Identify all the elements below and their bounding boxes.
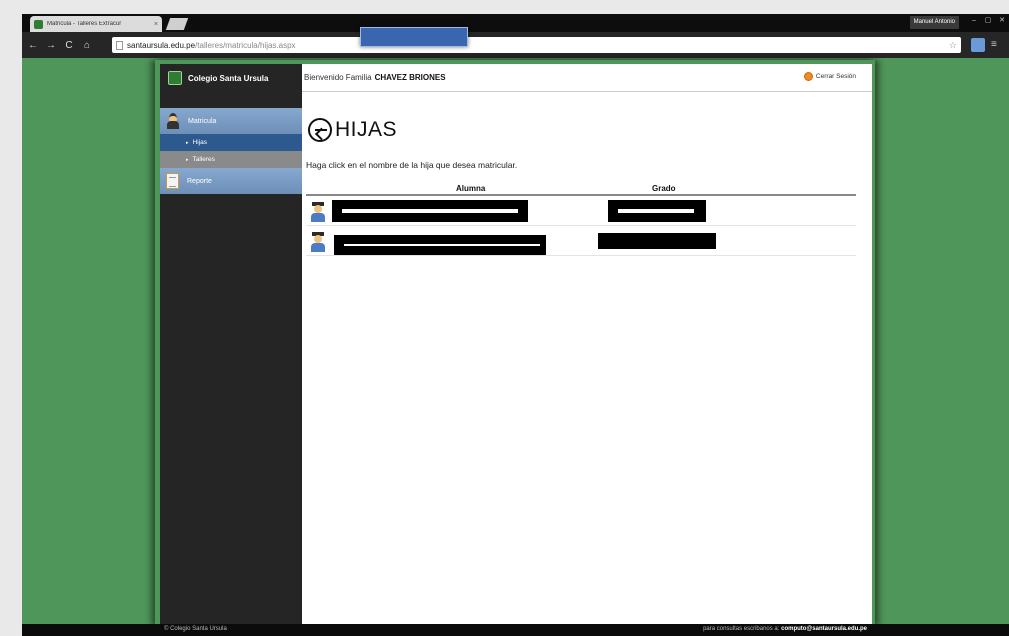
sidebar-item-matricula[interactable]: Matricula <box>160 108 302 134</box>
student-grade-redacted <box>598 233 716 249</box>
page-heading: HIJAS <box>308 118 397 142</box>
welcome-bar: Bienvenido Familia CHAVEZ BRIONES Cerrar… <box>302 64 872 92</box>
page-title: HIJAS <box>335 118 398 141</box>
footer-contact-email[interactable]: computo@santaursula.edu.pe <box>781 626 867 632</box>
student-name-link-redacted[interactable] <box>334 235 546 255</box>
back-circle-icon[interactable] <box>308 118 332 142</box>
window-controls: – ▢ ✕ <box>967 14 1009 28</box>
browser-toolbar: ← → C ⌂ santaursula.edu.pe /talleres/mat… <box>22 32 1009 58</box>
brand[interactable]: Colegio Santa Ursula <box>160 64 302 92</box>
table-header: Alumna Grado <box>306 184 856 196</box>
browser-tab[interactable]: Matricula - Talleres Extracur × <box>30 16 162 32</box>
home-icon[interactable]: ⌂ <box>80 40 94 51</box>
close-icon[interactable]: ✕ <box>995 14 1009 28</box>
tab-close-icon[interactable]: × <box>154 21 158 28</box>
new-tab-button[interactable] <box>165 18 189 30</box>
instructions-text: Haga click en el nombre de la hija que d… <box>306 160 518 170</box>
report-icon <box>166 173 179 189</box>
sidebar-item-label: Reporte <box>187 177 212 185</box>
sidebar-item-label: Hijas <box>192 139 207 146</box>
site-favicon-icon <box>34 19 43 29</box>
logout-icon <box>803 72 813 81</box>
page-icon <box>116 40 123 50</box>
tab-title: Matricula - Talleres Extracur <box>47 21 122 27</box>
page-footer: © Colegio Santa Ursula para consultas es… <box>22 624 1009 636</box>
browser-menu-icon[interactable]: ≡ <box>991 38 1003 52</box>
brand-name: Colegio Santa Ursula <box>188 73 269 83</box>
welcome-text: Bienvenido Familia <box>304 73 372 82</box>
logout-label: Cerrar Sesión <box>815 73 856 80</box>
logout-button[interactable]: Cerrar Sesión <box>803 72 856 81</box>
sidebar-item-label: Matricula <box>188 117 217 125</box>
column-header-student: Alumna <box>456 184 486 193</box>
student-avatar-icon <box>310 202 326 222</box>
footer-copyright: © Colegio Santa Ursula <box>164 626 227 632</box>
footer-contact: para consultas escribanos a: computo@san… <box>703 626 867 632</box>
minimize-icon[interactable]: – <box>967 14 981 28</box>
bullet-icon: ▸ <box>186 156 189 163</box>
footer-contact-prefix: para consultas escribanos a: <box>703 626 780 632</box>
back-arrow-icon[interactable]: ← <box>26 40 40 51</box>
url-path: /talleres/matricula/hijas.aspx <box>195 40 296 50</box>
student-grade-redacted <box>608 200 706 222</box>
family-name: CHAVEZ BRIONES <box>374 73 446 82</box>
table-row <box>306 226 856 256</box>
table-row <box>306 196 856 226</box>
sidebar-item-label: Talleres <box>192 156 215 163</box>
students-table: Alumna Grado <box>306 184 856 256</box>
sidebar-item-hijas[interactable]: ▸ Hijas <box>160 134 302 151</box>
student-icon <box>166 113 180 129</box>
reload-icon[interactable]: C <box>62 40 76 51</box>
maximize-icon[interactable]: ▢ <box>981 14 995 28</box>
extension-icon[interactable] <box>971 38 985 52</box>
redaction-box <box>360 27 468 47</box>
address-bar[interactable]: santaursula.edu.pe /talleres/matricula/h… <box>112 37 961 53</box>
sidebar: Colegio Santa Ursula Matricula ▸ Hijas ▸… <box>160 64 302 626</box>
sidebar-item-talleres[interactable]: ▸ Talleres <box>160 151 302 168</box>
forward-arrow-icon[interactable]: → <box>44 40 58 51</box>
bookmark-star-icon[interactable]: ☆ <box>949 40 957 51</box>
browser-titlebar: Matricula - Talleres Extracur × Manuel A… <box>22 14 1009 32</box>
url-host: santaursula.edu.pe <box>127 40 196 50</box>
main-content: Bienvenido Familia CHAVEZ BRIONES Cerrar… <box>302 64 872 626</box>
student-avatar-icon <box>310 232 326 252</box>
bullet-icon: ▸ <box>186 139 189 146</box>
school-logo-icon <box>168 71 182 85</box>
browser-window: Matricula - Talleres Extracur × Manuel A… <box>0 0 1009 636</box>
column-header-grade: Grado <box>652 184 676 193</box>
sidebar-item-reporte[interactable]: Reporte <box>160 168 302 194</box>
browser-user-button[interactable]: Manuel Antonio <box>909 16 959 29</box>
student-name-link-redacted[interactable] <box>332 200 528 222</box>
